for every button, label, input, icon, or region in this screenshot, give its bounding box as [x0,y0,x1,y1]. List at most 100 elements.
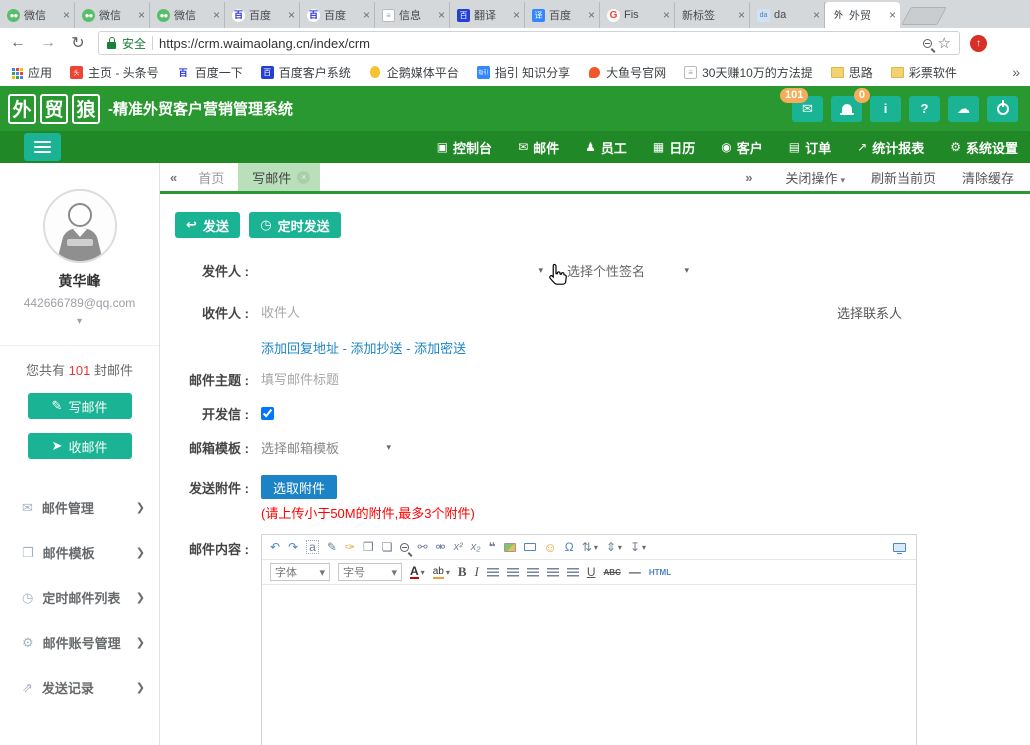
emoji-icon[interactable]: ☺ [544,541,557,554]
font-size-select[interactable]: 字号▾ [338,563,402,581]
extension-icon[interactable]: ↑ [970,35,987,52]
signature-select[interactable]: 选择个性签名▾ [567,261,689,280]
scroll-tabs-left-icon[interactable]: « [160,170,184,185]
align-center-icon[interactable] [527,568,539,577]
new-tab-button[interactable] [901,7,947,25]
receive-mail-button[interactable]: ➤收邮件 [28,433,132,459]
tab-close-icon[interactable]: × [738,9,745,21]
browser-tab[interactable]: 新标签× [675,2,750,28]
editor-content-area[interactable] [262,585,916,745]
nav-calendar[interactable]: ▦日历 [653,138,695,157]
template-select[interactable]: 选择邮箱模板▾ [261,438,391,457]
tab-close-icon[interactable]: × [513,9,520,21]
blockquote-icon[interactable]: ❝ [488,541,495,553]
nav-customers[interactable]: ◉客户 [721,138,763,157]
paste-text-icon[interactable]: ❒ [363,541,374,553]
tab-close-icon[interactable]: × [889,9,896,21]
browser-tab[interactable]: ●●微信× [0,2,75,28]
app-logo[interactable]: 外 贸 狼 -精准外贸客户营销管理系统 [8,94,293,124]
font-color-dropdown[interactable]: A▾ [410,565,425,579]
nav-mail[interactable]: ✉邮件 [518,138,559,157]
sidebar-toggle-button[interactable] [24,133,61,161]
tab-close-icon[interactable]: × [63,9,70,21]
underline-icon[interactable]: U [587,565,596,579]
avatar[interactable] [43,189,117,263]
address-bar[interactable]: 安全 https://crm.waimaolang.cn/index/crm ☆ [98,31,960,55]
bookmark-item[interactable]: 企鹅媒体平台 [369,64,459,81]
back-button[interactable]: ← [8,34,28,52]
mail-button[interactable]: ✉101 [792,96,823,122]
strikethrough-icon[interactable]: ABC [604,568,621,577]
browser-tab[interactable]: ●●微信× [150,2,225,28]
tab-close-icon[interactable]: × [138,9,145,21]
nav-orders[interactable]: ▤订单 [789,138,831,157]
bookmark-item[interactable]: 百百度一下 [177,64,243,81]
bold-icon[interactable]: B [458,564,467,580]
bookmark-star-icon[interactable]: ☆ [938,34,951,52]
sidebar-item-mail-manage[interactable]: ✉邮件管理❯ [0,485,159,530]
tab-close-icon[interactable]: × [213,9,220,21]
html-source-icon[interactable]: HTML [649,568,671,577]
forward-button[interactable]: → [38,34,58,52]
tab-close-icon[interactable]: × [363,9,370,21]
unlink-icon[interactable]: ⚮ [436,541,446,553]
nav-reports[interactable]: ↗统计报表 [857,138,924,157]
from-select[interactable]: ▾ [261,265,543,276]
line-height-dropdown[interactable]: ⇕▾ [606,541,622,553]
tab-close-icon[interactable]: × [663,9,670,21]
info-button[interactable]: i [870,96,901,122]
sidebar-item-mail-accounts[interactable]: ⚙邮件账号管理❯ [0,620,159,665]
browser-tab[interactable]: ●●微信× [75,2,150,28]
bookmark-item[interactable]: 彩票软件 [891,64,957,81]
align-left-icon[interactable] [507,568,519,577]
sidebar-item-send-log[interactable]: ⇗发送记录❯ [0,665,159,710]
nav-settings[interactable]: ⚙系统设置 [950,138,1018,157]
notifications-button[interactable]: 0 [831,96,862,122]
redo-icon[interactable]: ↷ [288,541,298,553]
sidebar-item-timed-mail[interactable]: ◷定时邮件列表❯ [0,575,159,620]
close-icon[interactable]: × [297,171,310,184]
undo-icon[interactable]: ↶ [270,541,280,553]
browser-tab[interactable]: dada× [750,2,825,28]
bookmark-apps[interactable]: 应用 [10,64,52,81]
paragraph-spacing-dropdown[interactable]: ↧▾ [630,541,646,553]
bookmark-item[interactable]: ≡30天赚10万的方法提 [684,64,813,81]
format-painter-icon[interactable]: ✑ [345,541,355,553]
special-char-icon[interactable]: Ω [565,541,574,553]
bookmark-item[interactable]: 头主页 - 头条号 [70,64,159,81]
help-button[interactable]: ? [909,96,940,122]
reload-button[interactable]: ↻ [68,33,88,53]
browser-tab[interactable]: 百百度× [225,2,300,28]
close-operations-dropdown[interactable]: 关闭操作▾ [785,168,845,187]
add-address-links[interactable]: 添加回复地址 - 添加抄送 - 添加密送 [261,338,1030,357]
font-family-select[interactable]: 字体▾ [270,563,330,581]
scroll-tabs-right-icon[interactable]: » [735,170,759,185]
subject-input[interactable] [261,372,621,387]
pick-attachment-button[interactable]: 选取附件 [261,475,337,499]
insert-video-icon[interactable] [524,543,536,551]
send-button[interactable]: ↩发送 [175,212,240,238]
url-text[interactable]: https://crm.waimaolang.cn/index/crm [159,36,917,51]
browser-tab[interactable]: GFis× [600,2,675,28]
tab-home[interactable]: 首页 [184,168,238,187]
horizontal-rule-icon[interactable]: — [629,565,641,579]
cloud-download-button[interactable]: ☁ [948,96,979,122]
superscript-icon[interactable]: x² [454,542,463,553]
sidebar-item-mail-template[interactable]: ❐邮件模板❯ [0,530,159,575]
browser-tab[interactable]: 百翻译× [450,2,525,28]
compose-mail-button[interactable]: ✎写邮件 [28,393,132,419]
indent-icon[interactable] [487,568,499,577]
bookmark-item[interactable]: 思路 [831,64,873,81]
letter-spacing-dropdown[interactable]: ⇅▾ [582,541,598,553]
zoom-icon[interactable] [923,39,932,48]
refresh-page-button[interactable]: 刷新当前页 [871,168,936,187]
browser-tab-active[interactable]: 外外贸× [825,2,900,28]
align-right-icon[interactable] [547,568,559,577]
browser-tab[interactable]: 译百度× [525,2,600,28]
tab-close-icon[interactable]: × [438,9,445,21]
new-document-icon[interactable]: ❏ [382,541,393,553]
chevron-down-icon[interactable]: ▾ [0,316,159,327]
fullscreen-icon[interactable] [893,543,906,552]
italic-icon[interactable]: I [475,564,479,580]
bookmark-item[interactable]: 大鱼号官网 [588,64,666,81]
